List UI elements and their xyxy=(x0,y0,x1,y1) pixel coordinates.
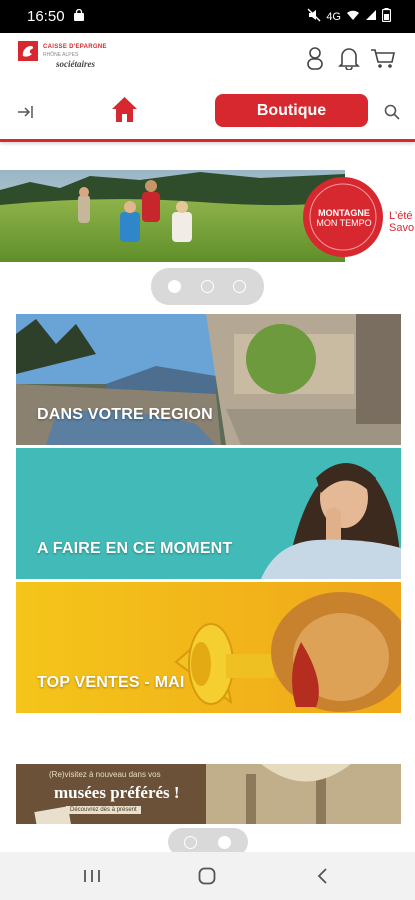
cart-icon[interactable] xyxy=(370,46,396,75)
squirrel-logo-icon xyxy=(18,41,38,61)
mute-icon xyxy=(307,8,321,25)
category-label: TOP VENTES - MAI xyxy=(37,674,185,691)
boutique-button[interactable]: Boutique xyxy=(215,94,368,127)
hero-badge: MONTAGNE MON TEMPO xyxy=(314,208,374,228)
recents-icon[interactable] xyxy=(83,868,101,889)
back-icon[interactable] xyxy=(316,867,328,890)
hero-badge-line1: MONTAGNE xyxy=(318,208,370,218)
hero-carousel[interactable]: MONTAGNE MON TEMPO L'été Savo xyxy=(0,170,415,262)
region-image xyxy=(16,314,401,445)
promo-banner[interactable]: (Re)visitez à nouveau dans vos musées pr… xyxy=(16,764,401,824)
shopping-bag-icon xyxy=(73,8,85,27)
network-type: 4G xyxy=(326,10,341,23)
app-header: CAISSE D'EPARGNE RHÔNE ALPES sociétaires xyxy=(0,33,415,85)
hero-pager xyxy=(151,268,264,305)
category-card-region[interactable]: DANS VOTRE REGION xyxy=(16,314,401,445)
clock: 16:50 xyxy=(27,8,65,25)
now-image xyxy=(16,448,401,579)
home-button-icon[interactable] xyxy=(198,867,216,890)
category-card-now[interactable]: A FAIRE EN CE MOMENT xyxy=(16,448,401,579)
hero-side-text: L'été Savo xyxy=(389,210,414,234)
bell-icon[interactable] xyxy=(338,46,360,75)
user-icon[interactable] xyxy=(305,46,325,75)
system-nav-bar xyxy=(0,852,415,900)
promo-line3: Découvrez dès à présent xyxy=(66,806,141,814)
battery-icon xyxy=(381,8,392,25)
pager-dot-1[interactable] xyxy=(168,280,181,293)
logo-text-members: sociétaires xyxy=(56,59,95,69)
status-bar: 16:50 4G xyxy=(0,0,415,33)
promo-pager-dot-2[interactable] xyxy=(218,836,231,849)
category-label: A FAIRE EN CE MOMENT xyxy=(37,540,233,557)
main-nav: Boutique xyxy=(0,85,415,142)
pager-dot-3[interactable] xyxy=(233,280,246,293)
promo-pager-dot-1[interactable] xyxy=(184,836,197,849)
search-icon[interactable] xyxy=(384,104,400,125)
hero-side-text-2: Savo xyxy=(389,222,415,234)
category-card-top-sales[interactable]: TOP VENTES - MAI xyxy=(16,582,401,713)
category-label: DANS VOTRE REGION xyxy=(37,406,213,423)
promo-line1: (Re)visitez à nouveau dans vos xyxy=(49,770,161,779)
pager-dot-2[interactable] xyxy=(201,280,214,293)
signal-icon xyxy=(365,9,377,24)
logout-icon[interactable] xyxy=(17,105,33,124)
hero-badge-line2: MON TEMPO xyxy=(316,218,372,228)
logo-text-brand: CAISSE D'EPARGNE xyxy=(43,44,107,50)
logo-text-region: RHÔNE ALPES xyxy=(43,52,79,58)
wifi-icon xyxy=(346,9,360,24)
top-sales-image xyxy=(16,582,401,713)
promo-line2: musées préférés ! xyxy=(54,783,180,802)
home-icon[interactable] xyxy=(111,96,138,128)
hero-side-text-1: L'été xyxy=(389,210,413,222)
